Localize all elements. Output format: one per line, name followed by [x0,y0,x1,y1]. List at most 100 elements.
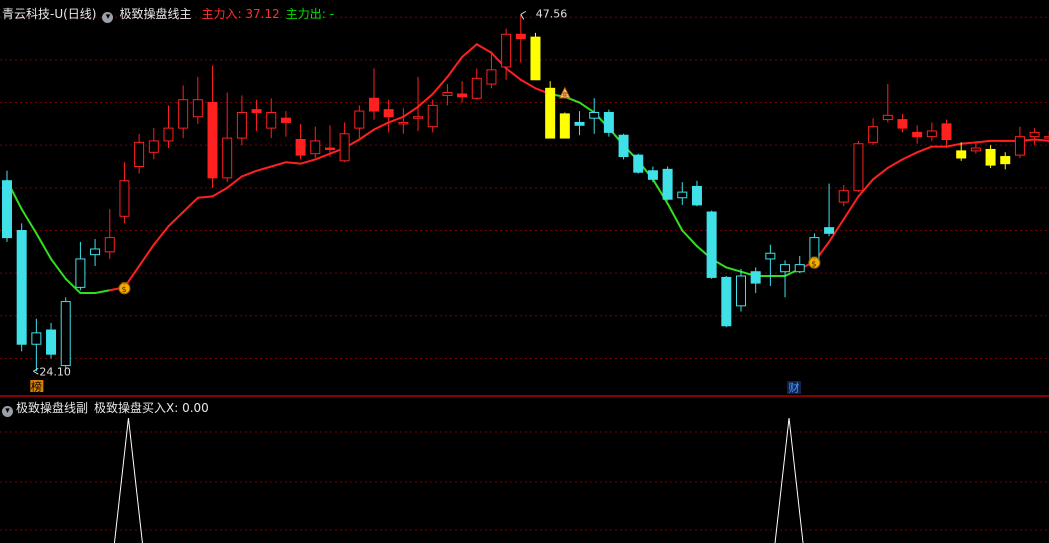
candle-body [280,117,291,123]
operating-line-segment [299,158,317,165]
candle [765,244,776,286]
indicator-name[interactable]: 极致操盘线主 [119,7,191,21]
candle-body [104,237,115,253]
candle [222,92,233,183]
candle [398,108,409,134]
candle [559,112,570,139]
sub-chart-header: ▾ 极致操盘线副 极致操盘买入X: 0.00 [0,399,209,417]
operating-line-segment [446,56,464,78]
candle [603,109,614,137]
operating-line-segment [20,208,38,235]
candle [647,166,658,183]
chart-canvas: 47.56 24.10 榜 财 $ $ 卖 [0,7,1049,543]
candle-body [310,140,321,155]
operating-line-segment [960,141,977,145]
candle [471,68,482,100]
candle-body [119,180,130,217]
cai-badge-label: 财 [789,381,800,395]
candle [369,68,379,120]
candle-body [457,93,468,98]
candle-body [750,271,761,284]
low-price-label: 24.10 [39,365,71,378]
candle-body [662,168,673,200]
candle [1029,128,1040,146]
sub-indicator-name[interactable]: 极致操盘线副 [16,401,88,415]
candle [794,256,805,274]
candle-body [16,229,27,345]
operating-line-segment [519,78,537,90]
candle [192,76,203,124]
operating-line-segment [255,165,273,172]
candle [736,268,746,312]
operating-line-segment [167,211,185,228]
candle [339,122,350,163]
chevron-down-icon[interactable]: ▾ [2,406,13,417]
candle [1014,126,1025,158]
candle-body [383,109,394,118]
operating-line-segment [211,186,229,198]
buy-signal-spike [774,417,804,543]
chevron-down-icon[interactable]: ▾ [102,12,114,23]
candle [1044,130,1049,144]
candle-body [398,121,409,125]
candle-body [236,111,247,139]
candle [119,162,130,224]
candle [985,145,996,168]
candles [2,14,1049,372]
candle-body [736,275,746,307]
candle [706,210,717,279]
candle [721,275,732,328]
high-price-label: 47.56 [536,7,568,20]
stock-name[interactable]: 青云科技-U(日线) [2,7,96,21]
candle [2,170,12,242]
operating-line-segment [314,152,331,161]
candle [90,239,101,267]
candle [530,32,541,81]
candle-body [1014,136,1025,156]
money-bag-icon: $ [808,256,821,269]
candle-body [134,141,145,168]
operating-line-segment [387,115,405,124]
outflow-value: 主力出: - [285,7,334,21]
candle-body [295,138,306,156]
candle [545,81,556,139]
candle [60,297,71,369]
candle [750,267,761,294]
candle-body [868,126,879,143]
candle [134,133,145,174]
candle [824,183,835,237]
operating-line-segment [35,232,53,260]
candle-body [369,97,379,112]
candle [354,105,365,139]
candle-body [354,110,365,129]
candle-body [75,258,86,288]
candle [310,126,321,158]
sell-signal-icon: 卖 [559,86,571,99]
operating-line-segment [182,196,199,214]
candle-body [780,264,791,273]
candle-body [339,133,350,162]
candle-body [501,33,512,68]
candle-body [207,102,218,179]
candle-body [824,227,835,234]
buy-signal-spike [113,417,143,543]
operating-line-segment [50,257,67,280]
candle [633,153,644,174]
candle-body [515,33,526,40]
operating-line-segment [240,169,258,178]
candle [780,260,791,298]
candle-body [912,131,923,138]
candle [912,125,923,144]
candle [970,142,981,154]
candle-body [647,170,658,180]
candle-body [691,185,702,206]
candle-body [765,252,776,260]
candle-body [559,113,570,139]
money-bag-symbol: $ [121,285,126,294]
operating-line-segment [152,225,170,246]
candle-body [956,150,967,159]
candle-body [251,109,262,113]
candle-body [1044,136,1049,139]
operating-line-segment [725,266,742,273]
candle-body [178,99,189,129]
